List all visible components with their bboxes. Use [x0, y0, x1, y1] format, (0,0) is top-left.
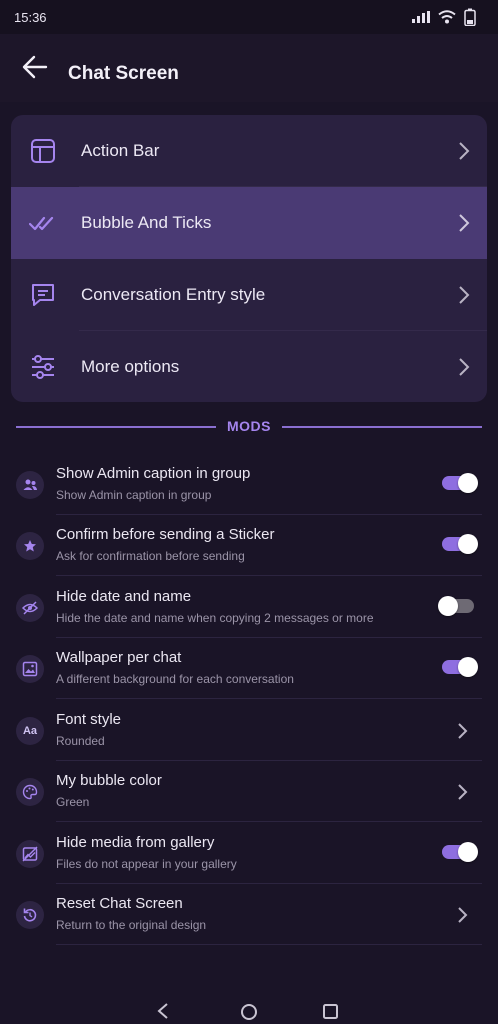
mod-subtitle: Files do not appear in your gallery [56, 857, 237, 871]
divider [56, 821, 482, 822]
star-icon [16, 532, 44, 560]
page-title: Chat Screen [68, 63, 179, 84]
mod-title: Reset Chat Screen [56, 895, 183, 912]
toggle-knob [458, 657, 478, 677]
eye-off-icon [16, 594, 44, 622]
wallpaper-per-chat-toggle[interactable] [442, 657, 478, 677]
mod-subtitle: Rounded [56, 734, 105, 748]
nav-back-icon[interactable] [156, 1002, 170, 1020]
nav-recents-icon[interactable] [322, 1003, 339, 1020]
sliders-icon [32, 355, 54, 379]
chevron-right-icon [459, 358, 470, 376]
chevron-right-icon [458, 907, 468, 923]
hide-media-toggle[interactable] [442, 842, 478, 862]
palette-icon [16, 778, 44, 806]
system-nav-bar [0, 990, 498, 1024]
chevron-right-icon [459, 214, 470, 232]
chevron-right-icon [459, 142, 470, 160]
reset-icon [16, 901, 44, 929]
font-icon-text: Aa [22, 725, 38, 737]
mod-item-hide-date-name[interactable]: Hide date and name Hide the date and nam… [16, 577, 482, 638]
mod-item-confirm-sticker[interactable]: Confirm before sending a Sticker Ask for… [16, 515, 482, 576]
menu-item-label: Conversation Entry style [81, 285, 266, 304]
divider [56, 575, 482, 576]
mod-item-show-admin-caption[interactable]: Show Admin caption in group Show Admin c… [16, 454, 482, 515]
chevron-right-icon [458, 723, 468, 739]
battery-icon [464, 8, 476, 26]
hide-date-name-toggle[interactable] [438, 596, 474, 616]
mod-title: Wallpaper per chat [56, 649, 182, 666]
back-arrow-icon[interactable] [20, 52, 50, 82]
mod-item-font-style[interactable]: Aa Font style Rounded [16, 700, 482, 761]
menu-item-bubble-and-ticks[interactable]: Bubble And Ticks [11, 187, 487, 259]
section-divider-left [16, 426, 216, 428]
menu-item-conversation-entry-style[interactable]: Conversation Entry style [11, 259, 487, 331]
mod-subtitle: Green [56, 795, 90, 809]
chat-bubble-icon [32, 284, 54, 306]
menu-item-label: Bubble And Ticks [81, 213, 212, 232]
hide-media-icon [16, 840, 44, 868]
mod-title: Hide media from gallery [56, 834, 215, 851]
menu-item-label: More options [81, 357, 180, 376]
admin-group-icon [16, 471, 44, 499]
toggle-knob [458, 473, 478, 493]
wallpaper-icon [16, 655, 44, 683]
mod-item-reset-chat-screen[interactable]: Reset Chat Screen Return to the original… [16, 884, 482, 945]
mod-subtitle: Show Admin caption in group [56, 488, 212, 502]
menu-item-label: Action Bar [81, 141, 160, 160]
section-title-mods: MODS [227, 418, 271, 434]
toggle-knob [458, 534, 478, 554]
mod-item-wallpaper-per-chat[interactable]: Wallpaper per chat A different backgroun… [16, 638, 482, 699]
menu-item-action-bar[interactable]: Action Bar [11, 115, 487, 187]
double-check-icon [29, 216, 54, 231]
mod-subtitle: Hide the date and name when copying 2 me… [56, 611, 374, 625]
mod-title: Show Admin caption in group [56, 465, 251, 482]
section-divider-right [282, 426, 482, 428]
status-icons [412, 8, 476, 26]
toggle-knob [458, 842, 478, 862]
status-time: 15:36 [14, 10, 47, 25]
mod-item-hide-media[interactable]: Hide media from gallery Files do not app… [16, 823, 482, 884]
mod-title: Hide date and name [56, 588, 192, 605]
nav-home-icon[interactable] [240, 1003, 258, 1021]
mod-title: Font style [56, 711, 122, 728]
chevron-right-icon [458, 784, 468, 800]
layout-icon [31, 139, 55, 163]
confirm-sticker-toggle[interactable] [442, 534, 478, 554]
mod-subtitle: A different background for each conversa… [56, 672, 294, 686]
mod-subtitle: Ask for confirmation before sending [56, 549, 245, 563]
mod-item-bubble-color[interactable]: My bubble color Green [16, 761, 482, 822]
settings-menu-card: Action Bar Bubble And Ticks Conversation… [11, 115, 487, 402]
divider [56, 698, 482, 699]
wifi-icon [438, 10, 456, 24]
menu-item-more-options[interactable]: More options [11, 331, 487, 402]
mod-title: My bubble color [56, 772, 162, 789]
mod-subtitle: Return to the original design [56, 918, 207, 932]
admin-caption-toggle[interactable] [442, 473, 478, 493]
status-bar: 15:36 [0, 0, 498, 34]
signal-icon [412, 11, 430, 23]
divider [56, 944, 482, 945]
chevron-right-icon [459, 286, 470, 304]
font-icon: Aa [16, 717, 44, 745]
mod-title: Confirm before sending a Sticker [56, 526, 275, 543]
toggle-knob [438, 596, 458, 616]
